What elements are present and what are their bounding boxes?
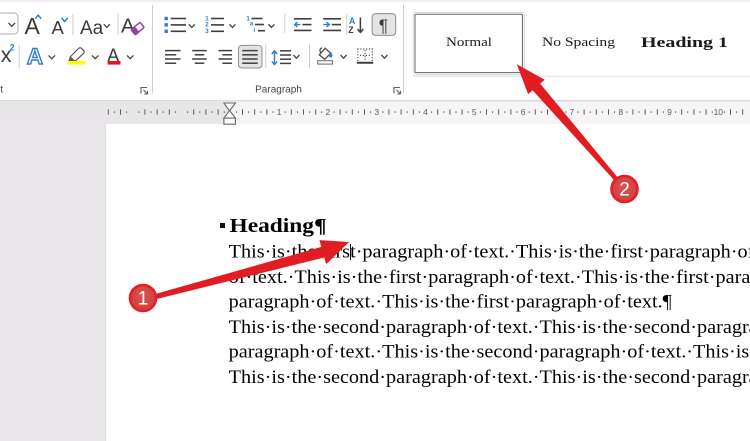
svg-text:1: 1 — [138, 289, 149, 310]
svg-text:2: 2 — [619, 180, 630, 201]
